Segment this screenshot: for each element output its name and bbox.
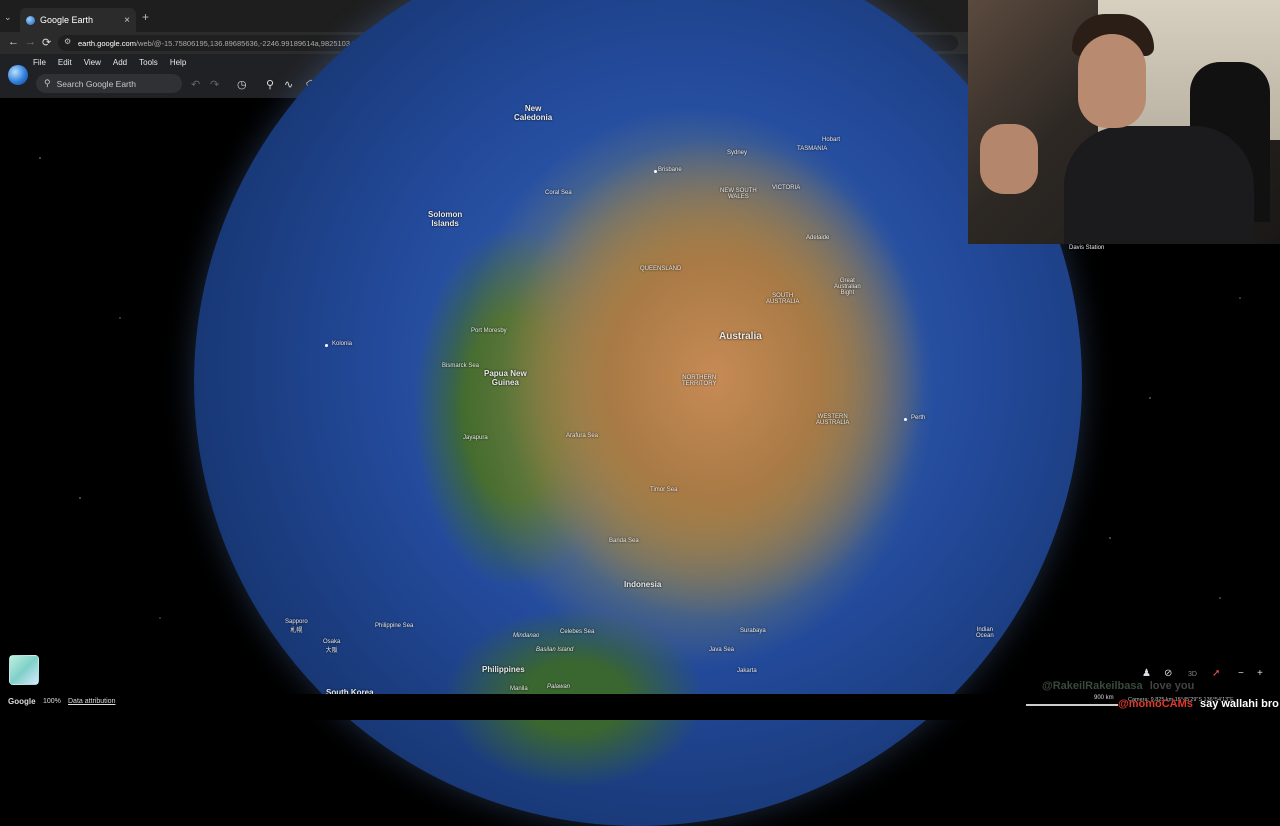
label-celebes-sea: Celebes Sea [560, 629, 595, 635]
data-attribution-link[interactable]: Data attribution [68, 698, 115, 705]
tab-google-earth[interactable]: Google Earth × [20, 8, 136, 32]
label-surabaya: Surabaya [740, 628, 766, 634]
label-jayapura: Jayapura [463, 435, 488, 441]
menu-add[interactable]: Add [113, 58, 127, 67]
menu-file[interactable]: File [33, 58, 46, 67]
webcam-overlay [968, 0, 1280, 244]
label-solomon-islands: Solomon Islands [428, 210, 463, 228]
google-earth-logo-icon[interactable] [8, 65, 28, 85]
city-dot [325, 344, 328, 347]
menu-help[interactable]: Help [170, 58, 186, 67]
label-sapporo: Sapporo 札幌 [285, 619, 308, 634]
reload-button[interactable]: ⟳ [42, 36, 51, 49]
label-perth: Perth [911, 415, 926, 421]
scale-label: 900 km [1094, 695, 1114, 701]
status-bar: Google 100% Data attribution 900 km Came… [0, 694, 1280, 720]
city-dot [654, 170, 657, 173]
label-new-south-wales: NEW SOUTH WALES [720, 188, 757, 200]
label-adelaide: Adelaide [806, 235, 830, 241]
label-australia: Australia [719, 331, 762, 342]
compass-icon[interactable]: ➚ [1212, 668, 1220, 679]
label-south-australia: SOUTH AUSTRALIA [766, 293, 800, 305]
label-queensland: QUEENSLAND [640, 266, 682, 272]
chat-user-1: @RakeilRakeilbasa [1042, 680, 1143, 692]
label-western-australia: WESTERN AUSTRALIA [816, 414, 850, 426]
chat-text-1: love you [1149, 680, 1195, 692]
google-earth-favicon-icon [26, 15, 35, 25]
label-osaka: Osaka 大阪 [323, 639, 341, 654]
label-manila: Manila [510, 686, 528, 692]
url-host: earth.google.com [78, 38, 136, 48]
label-philippines: Philippines [482, 665, 525, 674]
label-banda-sea: Banda Sea [609, 538, 639, 544]
zoom-out-button[interactable]: − [1238, 668, 1244, 679]
search-icon: ⚲ [44, 78, 51, 88]
webcam-person-hand [980, 124, 1038, 194]
label-great-australian-bight: Great Australian Bight [834, 278, 861, 296]
layer-style-thumbnail[interactable] [9, 655, 39, 685]
chat-line-1: @RakeilRakeilbasa love you [1042, 680, 1194, 692]
label-indian-ocean: Indian Ocean [976, 627, 994, 639]
history-icon[interactable]: ◷ [237, 78, 247, 91]
pegman-icon[interactable]: ♟ [1142, 668, 1151, 679]
label-indonesia: Indonesia [624, 580, 662, 589]
new-tab-button[interactable]: + [142, 11, 149, 23]
zoom-in-button[interactable]: + [1257, 668, 1263, 679]
menu-edit[interactable]: Edit [58, 58, 72, 67]
add-placemark-icon[interactable]: ⚲ [266, 78, 274, 91]
chat-text-2: say wallahi bro s [1199, 698, 1280, 710]
label-basilan: Basilan Island [536, 647, 574, 653]
label-kolonia: Kolonia [332, 341, 353, 347]
label-papua-new-guinea: Papua New Guinea [484, 369, 527, 387]
webcam-person-body [1064, 126, 1254, 244]
tilt-icon[interactable]: ⊘ [1164, 668, 1172, 679]
label-coral-sea: Coral Sea [545, 190, 572, 196]
label-palawan: Palawan [547, 684, 571, 690]
label-jakarta: Jakarta [737, 668, 757, 674]
tab-search-button[interactable]: ⌄ [4, 12, 12, 23]
menu-view[interactable]: View [84, 58, 101, 67]
label-victoria: VICTORIA [772, 185, 801, 191]
label-new-caledonia: New Caledonia [514, 104, 553, 122]
chat-line-2: @momoCAMs say wallahi bro s [1118, 698, 1280, 710]
label-hobart: Hobart [822, 137, 841, 143]
label-davis-station: Davis Station [1069, 245, 1105, 251]
label-brisbane: Brisbane [658, 167, 682, 173]
label-java-sea: Java Sea [709, 647, 735, 653]
scale-bar [1026, 704, 1118, 706]
tab-title: Google Earth [40, 15, 94, 25]
label-bismarck-sea: Bismarck Sea [442, 363, 480, 369]
label-northern-territory: NORTHERN TERRITORY [682, 375, 717, 387]
label-timor-sea: Timor Sea [650, 487, 678, 493]
menu-bar: File Edit View Add Tools Help [33, 58, 186, 67]
label-port-moresby: Port Moresby [471, 328, 507, 334]
label-tasmania: TASMANIA [797, 146, 828, 152]
search-placeholder: Search Google Earth [56, 78, 136, 89]
redo-icon[interactable]: ↷ [210, 78, 219, 91]
webcam-person-head [1078, 34, 1146, 128]
city-dot [904, 418, 907, 421]
add-path-icon[interactable]: ∿ [284, 78, 293, 91]
zoom-level: 100% [43, 698, 61, 705]
label-philippine-sea: Philippine Sea [375, 623, 414, 629]
tab-close-icon[interactable]: × [124, 15, 130, 26]
site-info-icon[interactable]: ⚙ [64, 37, 71, 46]
label-mindanao: Mindanao [513, 633, 540, 639]
back-button[interactable]: ← [8, 36, 19, 48]
undo-icon[interactable]: ↶ [191, 78, 200, 91]
label-sydney: Sydney [727, 150, 748, 156]
google-wordmark: Google [8, 697, 36, 706]
menu-tools[interactable]: Tools [139, 58, 158, 67]
chat-user-2: @momoCAMs [1118, 698, 1193, 710]
label-arafura-sea: Arafura Sea [566, 433, 599, 439]
search-input[interactable]: ⚲ Search Google Earth [36, 74, 182, 93]
forward-button[interactable]: → [25, 36, 36, 48]
3d-toggle-button[interactable]: 3D [1188, 671, 1197, 678]
